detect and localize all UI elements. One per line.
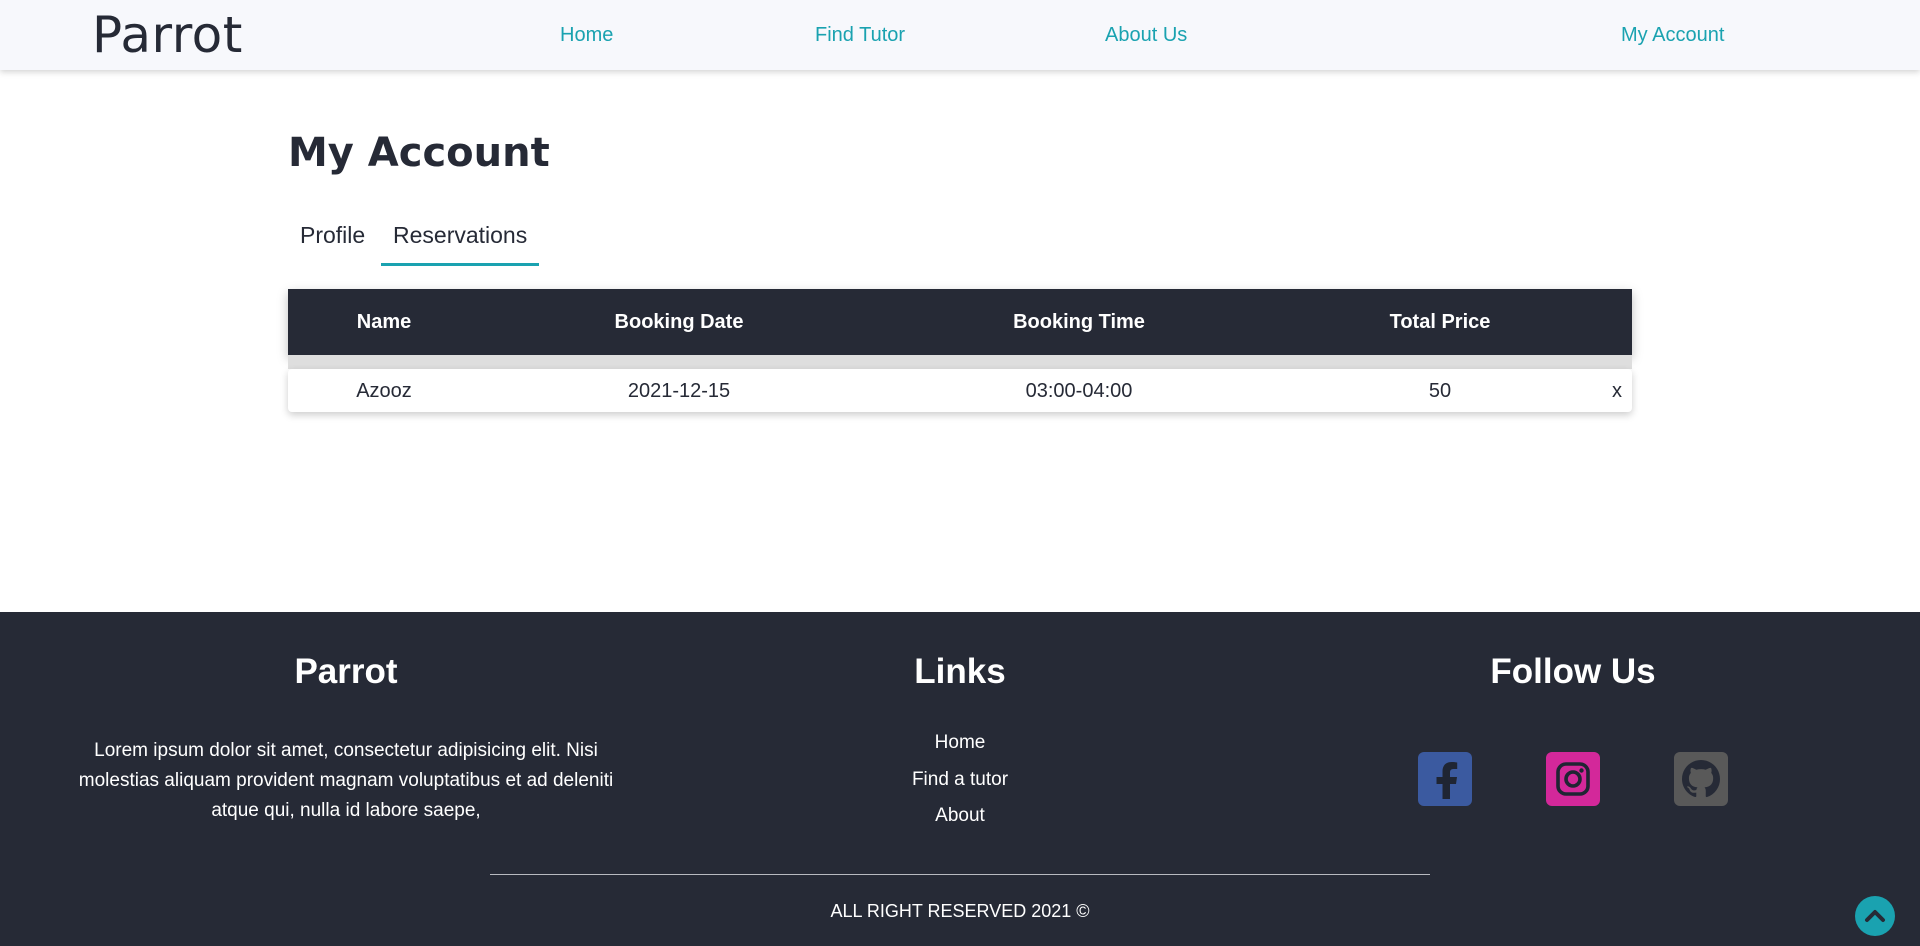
footer-brand-title: Parrot xyxy=(294,652,398,691)
tab-reservations[interactable]: Reservations xyxy=(381,222,540,266)
tab-profile[interactable]: Profile xyxy=(288,222,377,266)
github-icon[interactable] xyxy=(1674,752,1728,806)
nav-link-about-us[interactable]: About Us xyxy=(1105,24,1187,47)
footer-description: Lorem ipsum dolor sit amet, consectetur … xyxy=(78,740,614,821)
account-tabs: Profile Reservations xyxy=(288,218,588,266)
footer-follow-title: Follow Us xyxy=(1490,652,1656,691)
cell-total-price: 50 xyxy=(1428,380,1452,402)
cell-booking-time: 03:00-04:00 xyxy=(1025,380,1133,402)
copyright-text: ALL RIGHT RESERVED 2021 © xyxy=(830,901,1090,921)
reservations-table-header: Name Booking Date Booking Time Total Pri… xyxy=(288,289,1632,355)
page-title: My Account xyxy=(288,130,550,176)
facebook-icon[interactable] xyxy=(1418,752,1472,806)
table-separator xyxy=(288,355,1632,369)
chevron-up-icon xyxy=(1865,910,1885,922)
nav-link-home[interactable]: Home xyxy=(560,24,613,47)
cell-name: Azooz xyxy=(356,380,412,402)
nav-link-find-tutor[interactable]: Find Tutor xyxy=(815,24,905,47)
remove-reservation-button[interactable]: x xyxy=(1612,380,1622,403)
column-header-name: Name xyxy=(356,311,412,333)
column-header-booking-date: Booking Date xyxy=(614,311,744,333)
footer-divider xyxy=(490,874,1430,875)
footer-links-title: Links xyxy=(914,652,1006,691)
footer-link-find-a-tutor[interactable]: Find a tutor xyxy=(912,769,1008,791)
cell-booking-date: 2021-12-15 xyxy=(627,380,731,402)
table-row: Azooz 2021-12-15 03:00-04:00 50 x xyxy=(288,369,1632,412)
nav-link-my-account[interactable]: My Account xyxy=(1621,24,1724,47)
footer-link-home[interactable]: Home xyxy=(935,732,986,754)
footer-link-about[interactable]: About xyxy=(935,805,985,827)
column-header-total-price: Total Price xyxy=(1389,311,1491,333)
footer: Parrot Lorem ipsum dolor sit amet, conse… xyxy=(0,612,1920,946)
instagram-icon[interactable] xyxy=(1546,752,1600,806)
back-to-top-button[interactable] xyxy=(1855,896,1895,936)
column-header-booking-time: Booking Time xyxy=(1013,311,1145,333)
brand-logo[interactable]: Parrot xyxy=(92,6,243,64)
navbar: Parrot Home Find Tutor About Us My Accou… xyxy=(0,0,1920,70)
